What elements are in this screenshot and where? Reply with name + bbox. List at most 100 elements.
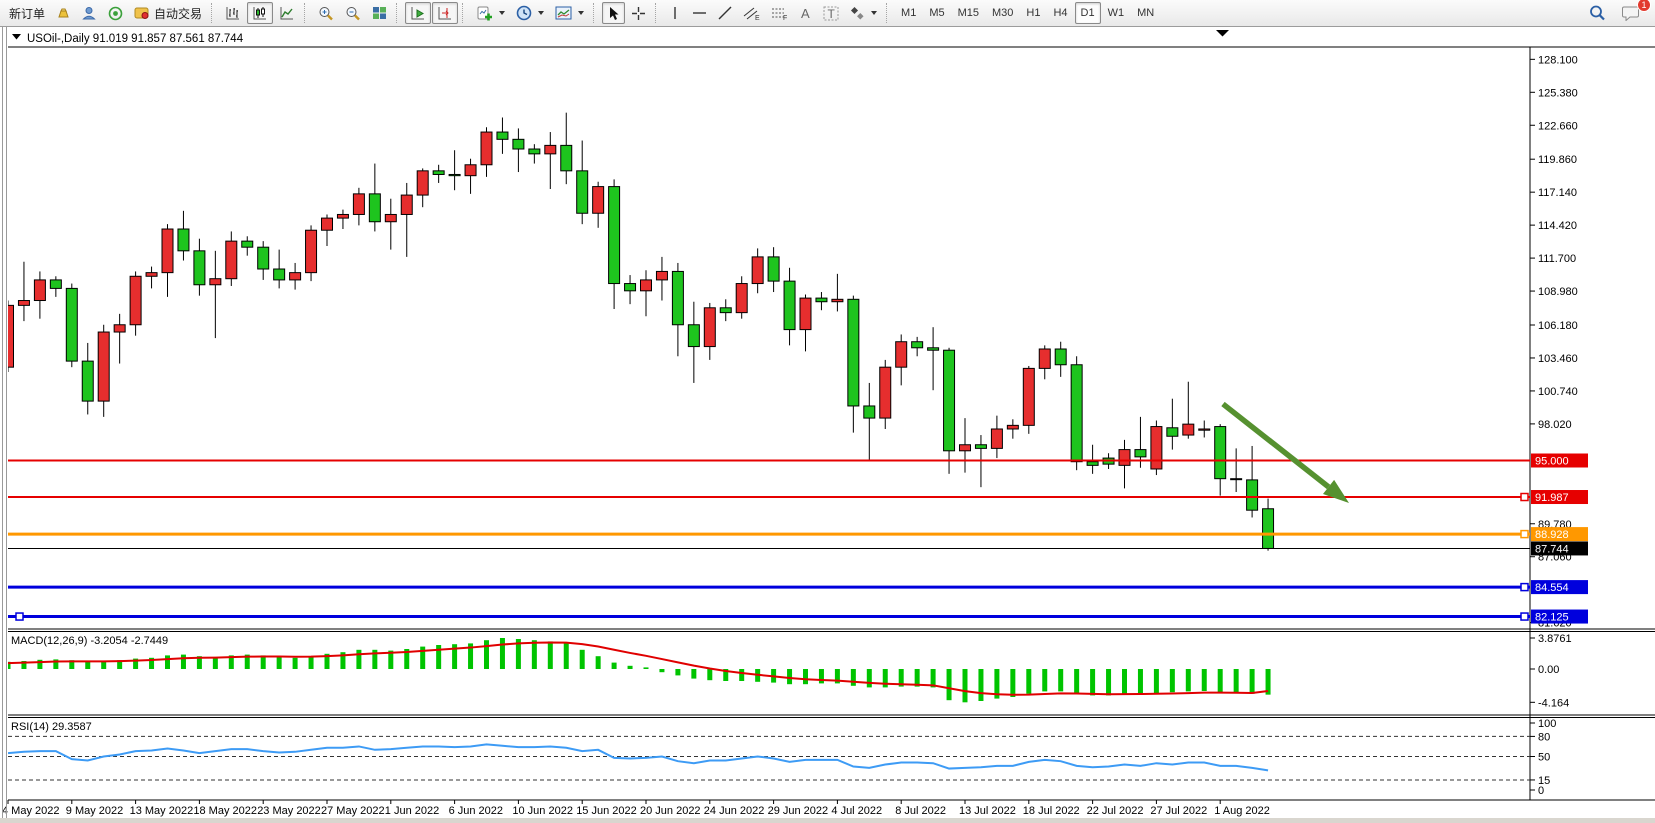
candle-body (609, 187, 620, 284)
toolbar-separator (211, 3, 216, 23)
line-right-handle[interactable] (1521, 531, 1528, 538)
macd-histogram-bar (659, 669, 664, 672)
candlestick (896, 334, 907, 385)
text-label-tool-button[interactable]: T (818, 2, 844, 24)
fibonacci-tool-button[interactable]: F (766, 2, 793, 24)
timeframe-h4-button[interactable]: H4 (1047, 2, 1073, 24)
macd-histogram-bar (707, 669, 712, 680)
line-left-handle[interactable] (16, 613, 23, 620)
profile-button[interactable] (77, 2, 102, 24)
horizontal-line-82.125[interactable]: 82.125 (8, 610, 1588, 624)
indicators-add-icon (476, 6, 493, 21)
trend-arrow[interactable] (1223, 404, 1349, 503)
zoom-in-button[interactable] (313, 2, 339, 24)
search-button[interactable] (1584, 2, 1611, 24)
vertical-line-tool-button[interactable] (664, 2, 686, 24)
line-right-handle[interactable] (1521, 494, 1528, 501)
horizontal-line-84.554[interactable]: 84.554 (8, 580, 1588, 594)
line-right-handle[interactable] (1521, 613, 1528, 620)
macd-histogram-bar (1122, 669, 1127, 694)
candlestick (290, 263, 301, 290)
candlestick (114, 314, 125, 364)
macd-histogram-bar (500, 638, 505, 669)
macd-histogram-bar (484, 640, 489, 669)
arrows-tool-button[interactable] (845, 2, 882, 24)
chart-canvas: 128.100125.380122.660119.860117.140114.4… (0, 0, 1655, 823)
timeframe-d1-button[interactable]: D1 (1075, 2, 1101, 24)
macd-histogram-bar (628, 666, 633, 669)
chart-shift-button[interactable] (432, 2, 458, 24)
candle-body (146, 273, 157, 277)
signal-button[interactable] (103, 2, 128, 24)
horizontal-line-tool-button[interactable] (687, 2, 712, 24)
rsi-line (8, 744, 1268, 770)
trendline-tool-button[interactable] (713, 2, 737, 24)
cursor-tool-button[interactable] (602, 2, 625, 24)
candle-body (704, 308, 715, 347)
price-tag-label: 87.744 (1535, 543, 1569, 555)
text-tool-button[interactable]: A (794, 2, 817, 24)
channel-tool-button[interactable]: E (738, 2, 765, 24)
bar-chart-icon (225, 6, 241, 20)
auto-scroll-button[interactable] (405, 2, 431, 24)
arrow-shapes-icon (850, 6, 865, 20)
candle-body (928, 348, 939, 350)
candlestick-chart-type-button[interactable] (247, 2, 273, 24)
crosshair-tool-button[interactable] (626, 2, 651, 24)
templates-caret-icon (578, 11, 584, 15)
candlestick (1039, 345, 1050, 379)
candle-body (290, 273, 301, 280)
tile-windows-button[interactable] (367, 2, 392, 24)
candlestick (944, 348, 955, 474)
candle-body (864, 406, 875, 418)
candlestick (513, 128, 524, 172)
candle-body (337, 214, 348, 218)
indicators-button[interactable] (471, 2, 510, 24)
candle-body (258, 247, 269, 269)
indicators-caret-icon (499, 11, 505, 15)
chart-shift-marker[interactable] (1216, 30, 1229, 37)
autotrade-button[interactable]: 自动交易 (129, 2, 207, 24)
bar-chart-type-button[interactable] (220, 2, 246, 24)
candle-body (800, 298, 811, 330)
line-right-handle[interactable] (1521, 584, 1528, 591)
zoom-out-button[interactable] (340, 2, 366, 24)
candlestick (194, 239, 205, 296)
date-label: 13 Jul 2022 (959, 805, 1016, 817)
timeframe-m30-button[interactable]: M30 (986, 2, 1019, 24)
gold-symbol-button[interactable] (51, 2, 76, 24)
horizontal-line-87.744[interactable]: 87.744 (8, 541, 1588, 555)
periods-button[interactable] (511, 2, 549, 24)
templates-button[interactable] (550, 2, 589, 24)
candlestick (960, 418, 971, 473)
trendline-icon (718, 6, 732, 20)
symbol-dropdown-icon[interactable] (12, 34, 21, 40)
candle-body (353, 194, 364, 215)
candlestick (720, 299, 731, 321)
candle-body (401, 195, 412, 214)
timeframe-m15-button[interactable]: M15 (952, 2, 985, 24)
candle-body (34, 280, 45, 301)
timeframe-m5-button[interactable]: M5 (923, 2, 950, 24)
candlestick (369, 164, 380, 232)
horizontal-line-88.928[interactable]: 88.928 (8, 527, 1588, 541)
price-tick-label: 119.860 (1538, 154, 1577, 166)
notifications-button[interactable]: 1 (1617, 2, 1645, 24)
timeframe-mn-button[interactable]: MN (1131, 2, 1160, 24)
candle-body (944, 350, 955, 451)
toolbar-separator (886, 3, 891, 23)
line-chart-type-button[interactable] (274, 2, 300, 24)
date-label: 1 Jun 2022 (385, 805, 439, 817)
timeframe-w1-button[interactable]: W1 (1102, 2, 1131, 24)
candle-body (1071, 365, 1082, 462)
new-order-button[interactable]: 新订单 (4, 2, 50, 24)
timeframe-h1-button[interactable]: H1 (1020, 2, 1046, 24)
timeframe-m1-button[interactable]: M1 (895, 2, 922, 24)
candlestick (593, 182, 604, 228)
candle-body (98, 332, 109, 401)
horizontal-line-91.987[interactable]: 91.987 (8, 490, 1588, 504)
candlestick (417, 168, 428, 207)
candlestick (449, 150, 460, 190)
candle-body (784, 281, 795, 329)
horizontal-line-95.000[interactable]: 95.000 (8, 454, 1588, 468)
